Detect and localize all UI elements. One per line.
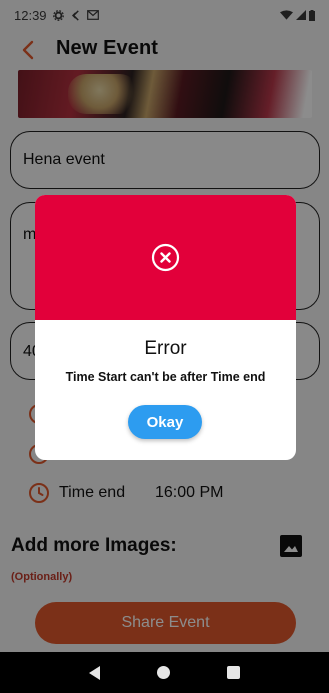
error-dialog: Error Time Start can't be after Time end…	[35, 195, 296, 460]
dialog-title: Error	[144, 338, 187, 359]
nav-recents-icon[interactable]	[227, 666, 241, 679]
system-nav-bar	[0, 652, 329, 693]
okay-button[interactable]: Okay	[128, 405, 202, 439]
dialog-message: Time Start can't be after Time end	[65, 370, 266, 384]
nav-home-icon[interactable]	[156, 666, 170, 679]
close-circle-icon	[151, 243, 180, 272]
dialog-header	[35, 195, 296, 320]
nav-back-icon[interactable]	[88, 665, 100, 680]
